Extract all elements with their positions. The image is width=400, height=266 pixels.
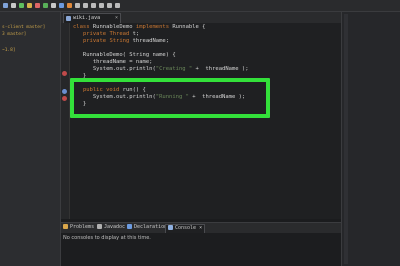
tab-declaration[interactable]: Declaration: [127, 224, 167, 232]
javadoc-icon: [97, 224, 102, 229]
console-icon: [168, 225, 173, 230]
highlight-annotation: [70, 78, 270, 118]
code-line: threadName = name;: [73, 59, 153, 65]
tree-item[interactable]: s-client master]: [2, 25, 45, 30]
code-line: class RunnableDemo implements Runnable {: [73, 24, 206, 30]
editor-gutter: [61, 23, 70, 219]
toolbar-icon[interactable]: [35, 3, 40, 8]
code-line: private Thread t;: [82, 31, 140, 37]
toolbar-icon[interactable]: [19, 3, 24, 8]
toolbar-icon[interactable]: [83, 3, 88, 8]
tab-problems[interactable]: Problems: [63, 224, 94, 232]
tab-label: Declaration: [134, 224, 168, 230]
editor-tab-wiki-java[interactable]: wiki.java ×: [63, 13, 121, 23]
close-icon[interactable]: ×: [115, 15, 118, 21]
package-explorer: s-client master] 3 master] ~1.8]: [0, 12, 61, 266]
toolbar-icon[interactable]: [3, 3, 8, 8]
tree-item[interactable]: 3 master]: [2, 32, 26, 37]
toolbar-icon[interactable]: [99, 3, 104, 8]
breakpoint-marker-icon[interactable]: [62, 89, 67, 94]
code-line: private String threadName;: [82, 38, 170, 44]
code-editor[interactable]: class RunnableDemo implements Runnable {…: [61, 23, 341, 219]
java-file-icon: [66, 16, 71, 21]
outline-panel: [341, 12, 400, 266]
scrollbar[interactable]: [344, 14, 348, 264]
tree-item[interactable]: ~1.8]: [2, 48, 16, 53]
tab-label: Console: [175, 225, 197, 231]
tab-label: Javadoc: [104, 224, 126, 230]
console-message: No consoles to display at this time.: [63, 235, 151, 241]
close-icon[interactable]: ×: [199, 225, 202, 231]
code-line: RunnableDemo( String name) {: [73, 52, 176, 58]
toolbar-icon[interactable]: [115, 3, 120, 8]
toolbar-icon[interactable]: [27, 3, 32, 8]
problems-icon: [63, 224, 68, 229]
console-view: No consoles to display at this time.: [61, 233, 341, 266]
tab-javadoc[interactable]: Javadoc: [97, 224, 125, 232]
main-toolbar: [0, 0, 400, 12]
toolbar-icon[interactable]: [43, 3, 48, 8]
toolbar-icon[interactable]: [11, 3, 16, 8]
tab-label: Problems: [70, 224, 95, 230]
editor-tab-label: wiki.java: [73, 15, 101, 21]
toolbar-icon[interactable]: [75, 3, 80, 8]
breakpoint-marker-icon[interactable]: [62, 96, 67, 101]
toolbar-icon[interactable]: [91, 3, 96, 8]
toolbar-icon[interactable]: [67, 3, 72, 8]
toolbar-icon[interactable]: [51, 3, 56, 8]
declaration-icon: [127, 224, 132, 229]
breakpoint-marker-icon[interactable]: [62, 71, 67, 76]
toolbar-icon[interactable]: [107, 3, 112, 8]
tab-console[interactable]: Console ×: [165, 224, 206, 233]
code-line: System.out.println("Creating " + threadN…: [73, 66, 249, 72]
toolbar-icon[interactable]: [59, 3, 64, 8]
